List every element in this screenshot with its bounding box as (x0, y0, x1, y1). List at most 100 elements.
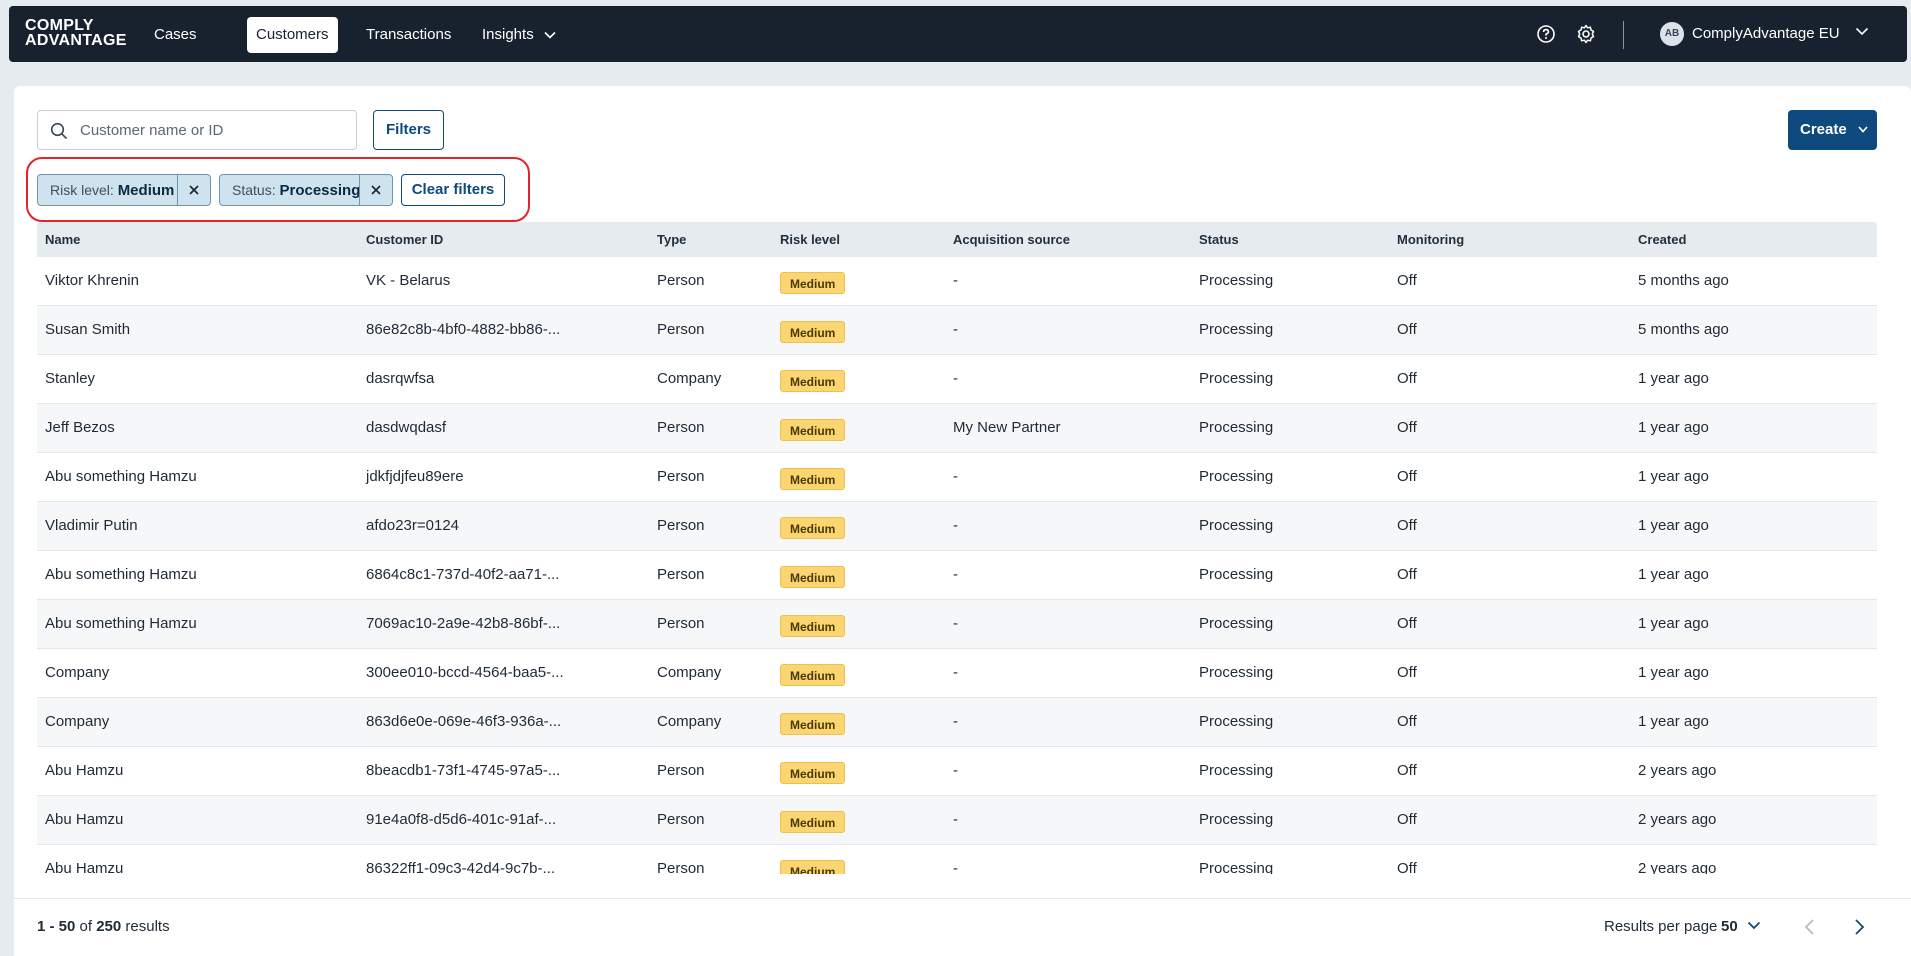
column-header-created[interactable]: Created (1638, 222, 1686, 257)
risk-badge: Medium (780, 468, 846, 490)
chevron-right-icon[interactable] (1849, 917, 1869, 937)
results-per-page-select[interactable]: 50 (1721, 916, 1738, 938)
help-circle-icon[interactable] (1535, 23, 1557, 45)
column-header-type[interactable]: Type (657, 222, 686, 257)
cell-type: Person (657, 517, 705, 534)
cell-type: Person (657, 468, 705, 485)
table-row[interactable]: Viktor Khrenin VK - Belarus Person Medium - P… (37, 257, 1877, 306)
column-header-status[interactable]: Status (1199, 222, 1239, 257)
cell-monitoring: Off (1397, 419, 1417, 436)
table-row[interactable]: Abu something Hamzu jdkfjdjfeu89ere Person… (37, 453, 1877, 502)
column-header-acquisition-source[interactable]: Acquisition source (953, 222, 1070, 257)
gear-icon[interactable] (1575, 23, 1597, 45)
column-header-name[interactable]: Name (45, 222, 80, 257)
cell-customer-id: dasrqwfsa (366, 370, 435, 387)
cell-monitoring: Off (1397, 762, 1417, 779)
cell-customer-id: 8beacdb1-73f1-4745-97a5-... (366, 762, 561, 779)
avatar[interactable]: AB (1660, 22, 1684, 46)
cell-name: Susan Smith (45, 321, 131, 338)
close-icon[interactable] (370, 184, 382, 196)
cell-status: Processing (1199, 762, 1274, 779)
cell-type: Person (657, 762, 705, 779)
clear-filters-button[interactable]: Clear filters (401, 174, 505, 206)
risk-badge: Medium (780, 664, 846, 686)
search-input[interactable] (80, 120, 340, 140)
cell-status: Processing (1199, 615, 1274, 632)
filter-chip-risk-level[interactable]: Risk level: Medium (37, 174, 211, 206)
risk-badge: Medium (780, 272, 846, 294)
cell-status: Processing (1199, 321, 1274, 338)
cell-customer-id: 91e4a0f8-d5d6-401c-91af-... (366, 811, 557, 828)
cell-monitoring: Off (1397, 272, 1417, 289)
nav-item-customers[interactable]: Customers (247, 17, 338, 53)
cell-status: Processing (1199, 860, 1274, 874)
risk-badge: Medium (780, 762, 846, 784)
cell-monitoring: Off (1397, 664, 1417, 681)
risk-badge: Medium (780, 419, 846, 441)
table-row[interactable]: Jeff Bezos dasdwqdasf Person Medium My New P… (37, 404, 1877, 453)
cell-type: Person (657, 272, 705, 289)
table-row[interactable]: Abu Hamzu 86322ff1-09c3-42d4-9c7b-... Pers… (37, 845, 1877, 874)
cell-monitoring: Off (1397, 321, 1417, 338)
results-count: 1 - 50 of 250 results (37, 918, 170, 935)
filter-chip-label: Risk level: Medium (50, 182, 175, 199)
table-row[interactable]: Abu Hamzu 8beacdb1-73f1-4745-97a5-... Pers… (37, 747, 1877, 796)
column-header-monitoring[interactable]: Monitoring (1397, 222, 1464, 257)
cell-created: 2 years ago (1638, 860, 1717, 874)
cell-created: 1 year ago (1638, 419, 1709, 436)
account-name[interactable]: ComplyAdvantage EU (1692, 23, 1840, 45)
cell-acquisition-source: - (953, 566, 958, 583)
filter-chip-status[interactable]: Status: Processing (219, 174, 393, 206)
cell-monitoring: Off (1397, 860, 1417, 874)
cell-status: Processing (1199, 272, 1274, 289)
nav-item-insights[interactable]: Insights (473, 17, 565, 53)
cell-acquisition-source: - (953, 517, 958, 534)
chevron-down-icon[interactable] (1855, 27, 1869, 36)
cell-monitoring: Off (1397, 566, 1417, 583)
cell-customer-id: dasdwqdasf (366, 419, 447, 436)
header-divider (1623, 21, 1624, 49)
cell-created: 1 year ago (1638, 615, 1709, 632)
table-row[interactable]: Vladimir Putin afdo23r=0124 Person Medium - P… (37, 502, 1877, 551)
cell-name: Abu Hamzu (45, 811, 124, 828)
cell-acquisition-source: - (953, 811, 958, 828)
cell-customer-id: 863d6e0e-069e-46f3-936a-... (366, 713, 562, 730)
customer-search[interactable] (37, 110, 357, 150)
table-row[interactable]: Company 300ee010-bccd-4564-baa5-... Compan… (37, 649, 1877, 698)
cell-monitoring: Off (1397, 615, 1417, 632)
customers-table: Name Customer ID Type Risk level Acquisi… (37, 222, 1877, 874)
cell-name: Abu something Hamzu (45, 468, 197, 485)
cell-name: Jeff Bezos (45, 419, 115, 436)
cell-acquisition-source: - (953, 664, 958, 681)
cell-name: Vladimir Putin (45, 517, 138, 534)
cell-acquisition-source: - (953, 321, 958, 338)
cell-created: 5 months ago (1638, 272, 1729, 289)
nav-item-cases[interactable]: Cases (145, 17, 206, 53)
chevron-left-icon[interactable] (1800, 917, 1820, 937)
cell-name: Viktor Khrenin (45, 272, 139, 289)
cell-created: 5 months ago (1638, 321, 1729, 338)
close-icon[interactable] (188, 184, 200, 196)
column-header-customer-id[interactable]: Customer ID (366, 222, 443, 257)
table-row[interactable]: Company 863d6e0e-069e-46f3-936a-... Compan… (37, 698, 1877, 747)
filter-chip-label: Status: Processing (232, 182, 361, 199)
table-row[interactable]: Abu Hamzu 91e4a0f8-d5d6-401c-91af-... Pers… (37, 796, 1877, 845)
table-row[interactable]: Abu something Hamzu 7069ac10-2a9e-42b8-86… (37, 600, 1877, 649)
risk-badge: Medium (780, 370, 846, 392)
risk-badge: Medium (780, 713, 846, 735)
brand-logo[interactable]: COMPLY ADVANTAGE (25, 18, 127, 49)
table-row[interactable]: Stanley dasrqwfsa Company Medium - Processing… (37, 355, 1877, 404)
nav-item-transactions[interactable]: Transactions (357, 17, 460, 53)
risk-badge: Medium (780, 860, 846, 874)
cell-customer-id: jdkfjdjfeu89ere (366, 468, 464, 485)
cell-acquisition-source: - (953, 762, 958, 779)
table-row[interactable]: Abu something Hamzu 6864c8c1-737d-40f2-aa… (37, 551, 1877, 600)
risk-badge: Medium (780, 517, 846, 539)
cell-type: Company (657, 713, 722, 730)
cell-customer-id: afdo23r=0124 (366, 517, 460, 534)
table-row[interactable]: Susan Smith 86e82c8b-4bf0-4882-bb86-... Pe… (37, 306, 1877, 355)
chevron-down-icon[interactable] (1747, 921, 1761, 930)
filters-button[interactable]: Filters (373, 110, 444, 150)
create-button[interactable]: Create (1788, 110, 1877, 150)
column-header-risk-level[interactable]: Risk level (780, 222, 840, 257)
